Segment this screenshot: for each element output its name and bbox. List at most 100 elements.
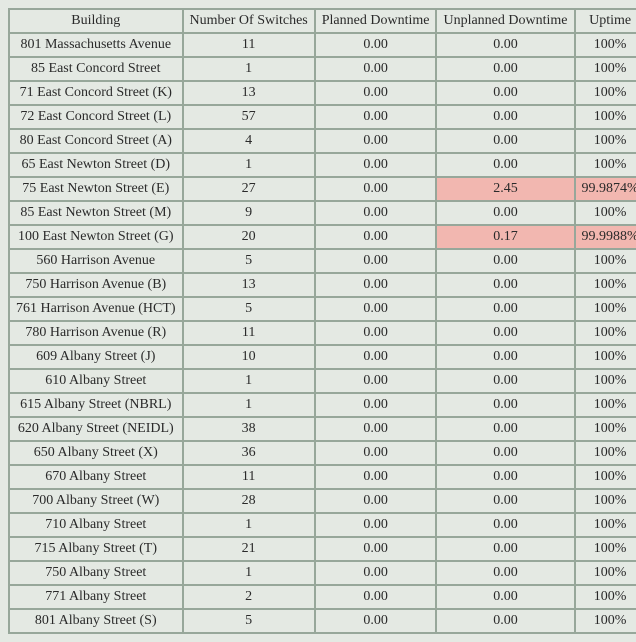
cell-planned: 0.00	[316, 106, 436, 128]
cell-building: 65 East Newton Street (D)	[10, 154, 182, 176]
cell-unplanned: 0.00	[437, 106, 573, 128]
cell-uptime: 100%	[576, 34, 636, 56]
cell-switches: 9	[184, 202, 314, 224]
cell-switches: 38	[184, 418, 314, 440]
cell-planned: 0.00	[316, 418, 436, 440]
cell-unplanned: 0.00	[437, 418, 573, 440]
cell-unplanned: 0.00	[437, 322, 573, 344]
cell-uptime: 100%	[576, 370, 636, 392]
cell-switches: 57	[184, 106, 314, 128]
cell-uptime: 100%	[576, 586, 636, 608]
cell-unplanned: 0.00	[437, 250, 573, 272]
table-row: 771 Albany Street20.000.00100%	[10, 586, 636, 608]
table-row: 710 Albany Street10.000.00100%	[10, 514, 636, 536]
cell-switches: 5	[184, 298, 314, 320]
col-switches: Number Of Switches	[184, 10, 314, 32]
cell-planned: 0.00	[316, 586, 436, 608]
cell-building: 650 Albany Street (X)	[10, 442, 182, 464]
cell-planned: 0.00	[316, 298, 436, 320]
cell-unplanned: 0.00	[437, 130, 573, 152]
cell-building: 750 Albany Street	[10, 562, 182, 584]
cell-unplanned: 0.00	[437, 58, 573, 80]
table-row: 670 Albany Street110.000.00100%	[10, 466, 636, 488]
cell-planned: 0.00	[316, 490, 436, 512]
table-row: 80 East Concord Street (A)40.000.00100%	[10, 130, 636, 152]
cell-uptime: 100%	[576, 202, 636, 224]
table-row: 560 Harrison Avenue50.000.00100%	[10, 250, 636, 272]
cell-building: 761 Harrison Avenue (HCT)	[10, 298, 182, 320]
table-row: 100 East Newton Street (G)200.000.1799.9…	[10, 226, 636, 248]
cell-planned: 0.00	[316, 274, 436, 296]
cell-unplanned: 0.00	[437, 82, 573, 104]
cell-planned: 0.00	[316, 514, 436, 536]
cell-planned: 0.00	[316, 130, 436, 152]
cell-uptime: 99.9988%	[576, 226, 636, 248]
cell-uptime: 100%	[576, 154, 636, 176]
table-row: 615 Albany Street (NBRL)10.000.00100%	[10, 394, 636, 416]
cell-building: 609 Albany Street (J)	[10, 346, 182, 368]
cell-switches: 13	[184, 274, 314, 296]
cell-uptime: 100%	[576, 274, 636, 296]
cell-switches: 1	[184, 514, 314, 536]
cell-uptime: 100%	[576, 298, 636, 320]
table-row: 620 Albany Street (NEIDL)380.000.00100%	[10, 418, 636, 440]
cell-switches: 20	[184, 226, 314, 248]
cell-planned: 0.00	[316, 466, 436, 488]
cell-building: 80 East Concord Street (A)	[10, 130, 182, 152]
cell-uptime: 100%	[576, 490, 636, 512]
cell-building: 710 Albany Street	[10, 514, 182, 536]
table-row: 750 Harrison Avenue (B)130.000.00100%	[10, 274, 636, 296]
col-planned: Planned Downtime	[316, 10, 436, 32]
cell-unplanned: 0.00	[437, 514, 573, 536]
table-row: 750 Albany Street10.000.00100%	[10, 562, 636, 584]
cell-switches: 4	[184, 130, 314, 152]
table-row: 801 Albany Street (S)50.000.00100%	[10, 610, 636, 632]
cell-planned: 0.00	[316, 34, 436, 56]
cell-switches: 2	[184, 586, 314, 608]
col-unplanned: Unplanned Downtime	[437, 10, 573, 32]
cell-planned: 0.00	[316, 346, 436, 368]
cell-uptime: 100%	[576, 250, 636, 272]
cell-switches: 1	[184, 370, 314, 392]
table-row: 700 Albany Street (W)280.000.00100%	[10, 490, 636, 512]
cell-planned: 0.00	[316, 322, 436, 344]
table-row: 801 Massachusetts Avenue110.000.00100%	[10, 34, 636, 56]
cell-building: 801 Albany Street (S)	[10, 610, 182, 632]
table-row: 71 East Concord Street (K)130.000.00100%	[10, 82, 636, 104]
cell-planned: 0.00	[316, 370, 436, 392]
cell-uptime: 100%	[576, 514, 636, 536]
cell-uptime: 100%	[576, 442, 636, 464]
cell-unplanned: 0.00	[437, 562, 573, 584]
cell-unplanned: 2.45	[437, 178, 573, 200]
cell-unplanned: 0.00	[437, 394, 573, 416]
cell-switches: 1	[184, 562, 314, 584]
cell-switches: 1	[184, 394, 314, 416]
cell-planned: 0.00	[316, 610, 436, 632]
cell-building: 620 Albany Street (NEIDL)	[10, 418, 182, 440]
cell-uptime: 100%	[576, 466, 636, 488]
cell-uptime: 100%	[576, 610, 636, 632]
cell-unplanned: 0.00	[437, 490, 573, 512]
cell-switches: 5	[184, 610, 314, 632]
table-row: 609 Albany Street (J)100.000.00100%	[10, 346, 636, 368]
table-row: 85 East Newton Street (M)90.000.00100%	[10, 202, 636, 224]
cell-unplanned: 0.00	[437, 34, 573, 56]
cell-building: 715 Albany Street (T)	[10, 538, 182, 560]
cell-planned: 0.00	[316, 226, 436, 248]
cell-building: 71 East Concord Street (K)	[10, 82, 182, 104]
col-building: Building	[10, 10, 182, 32]
cell-planned: 0.00	[316, 154, 436, 176]
col-uptime: Uptime	[576, 10, 636, 32]
cell-uptime: 100%	[576, 346, 636, 368]
cell-planned: 0.00	[316, 58, 436, 80]
cell-uptime: 100%	[576, 562, 636, 584]
table-row: 761 Harrison Avenue (HCT)50.000.00100%	[10, 298, 636, 320]
cell-planned: 0.00	[316, 538, 436, 560]
cell-building: 85 East Newton Street (M)	[10, 202, 182, 224]
cell-uptime: 100%	[576, 106, 636, 128]
cell-switches: 13	[184, 82, 314, 104]
cell-building: 610 Albany Street	[10, 370, 182, 392]
cell-unplanned: 0.00	[437, 298, 573, 320]
header-row: Building Number Of Switches Planned Down…	[10, 10, 636, 32]
cell-uptime: 100%	[576, 418, 636, 440]
